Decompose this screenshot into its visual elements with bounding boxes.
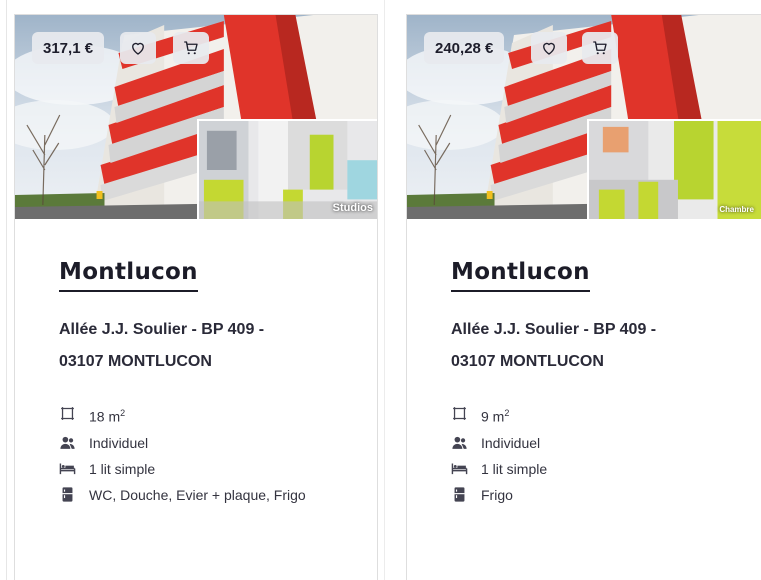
address-line: Allée J.J. Soulier - BP 409 -	[59, 321, 265, 338]
residence-title[interactable]: Montlucon	[451, 259, 590, 292]
feature-text: 1 lit simple	[481, 460, 548, 477]
feature-area: 18 m2	[59, 400, 367, 430]
feature-occupancy: Individuel	[451, 430, 751, 456]
feature-equipment: WC, Douche, Evier + plaque, Frigo	[59, 482, 367, 508]
room-type-label: Studios	[332, 202, 373, 214]
divider	[6, 0, 7, 580]
fridge-icon	[451, 486, 468, 503]
feature-text: Individuel	[481, 434, 541, 451]
heart-icon	[129, 39, 147, 57]
residence-card[interactable]: Chambre 240,28 € Montlucon Allée J.J. So…	[406, 14, 761, 580]
price-badge: 240,28 €	[424, 32, 505, 64]
room-photo: Studios	[197, 119, 377, 219]
room-type-label: Chambre	[719, 205, 754, 214]
add-to-cart-button[interactable]	[173, 32, 209, 64]
card-body: Montlucon Allée J.J. Soulier - BP 409 - …	[451, 259, 751, 508]
residence-title[interactable]: Montlucon	[59, 259, 198, 292]
card-body: Montlucon Allée J.J. Soulier - BP 409 - …	[59, 259, 367, 508]
area-icon	[451, 405, 468, 422]
bed-icon	[59, 460, 76, 477]
person-icon	[451, 434, 468, 451]
room-photo: Chambre	[587, 119, 761, 219]
price-badge: 317,1 €	[32, 32, 105, 64]
bed-icon	[451, 460, 468, 477]
area-icon	[59, 405, 76, 422]
address-line: 03107 MONTLUCON	[451, 353, 604, 370]
residence-address: Allée J.J. Soulier - BP 409 - 03107 MONT…	[59, 314, 367, 378]
add-to-cart-button[interactable]	[582, 32, 618, 64]
address-line: 03107 MONTLUCON	[59, 353, 212, 370]
divider	[384, 0, 385, 580]
cart-icon	[591, 39, 609, 57]
residence-address: Allée J.J. Soulier - BP 409 - 03107 MONT…	[451, 314, 751, 378]
feature-text: 18 m	[89, 408, 121, 425]
fridge-icon	[59, 486, 76, 503]
feature-text: 9 m	[481, 408, 505, 425]
feature-occupancy: Individuel	[59, 430, 367, 456]
superscript: 2	[504, 408, 510, 418]
address-line: Allée J.J. Soulier - BP 409 -	[451, 321, 657, 338]
feature-text: Frigo	[481, 486, 513, 503]
feature-text: Individuel	[89, 434, 149, 451]
superscript: 2	[120, 408, 126, 418]
feature-area: 9 m2	[451, 400, 751, 430]
feature-list: 18 m2 Individuel 1 lit simple WC, Douche…	[59, 400, 367, 508]
feature-equipment: Frigo	[451, 482, 751, 508]
heart-icon	[540, 39, 558, 57]
favorite-button[interactable]	[120, 32, 156, 64]
feature-bed: 1 lit simple	[451, 456, 751, 482]
listing-results: Studios 317,1 € Montlucon Allée J.J. Sou…	[0, 0, 761, 580]
residence-card[interactable]: Studios 317,1 € Montlucon Allée J.J. Sou…	[14, 14, 378, 580]
feature-bed: 1 lit simple	[59, 456, 367, 482]
cart-icon	[182, 39, 200, 57]
feature-text: WC, Douche, Evier + plaque, Frigo	[89, 486, 306, 503]
feature-list: 9 m2 Individuel 1 lit simple Frigo	[451, 400, 751, 508]
feature-text: 1 lit simple	[89, 460, 156, 477]
favorite-button[interactable]	[531, 32, 567, 64]
person-icon	[59, 434, 76, 451]
